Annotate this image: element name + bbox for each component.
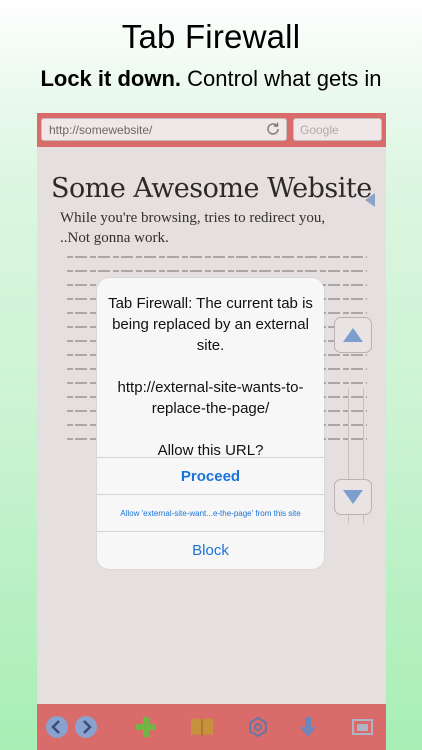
back-icon[interactable] bbox=[44, 714, 70, 740]
site-subtitle-line2: ..Not gonna work. bbox=[60, 230, 169, 246]
add-tab-icon[interactable] bbox=[133, 714, 159, 740]
address-bar[interactable]: http://somewebsite/ bbox=[41, 118, 287, 141]
search-placeholder: Google bbox=[300, 123, 339, 137]
tabs-icon[interactable] bbox=[350, 714, 376, 740]
promo-subtitle: Lock it down. Control what gets in bbox=[0, 66, 422, 92]
triangle-up-icon bbox=[343, 328, 363, 342]
block-button[interactable]: Block bbox=[97, 531, 324, 569]
bookmarks-icon[interactable] bbox=[189, 714, 215, 740]
triangle-down-icon bbox=[343, 490, 363, 504]
allow-from-site-button[interactable]: Allow 'external-site-want...e-the-page' … bbox=[97, 494, 324, 532]
promo-subtitle-rest: Control what gets in bbox=[181, 66, 382, 91]
scroll-up-button[interactable] bbox=[334, 317, 372, 353]
search-field[interactable]: Google bbox=[293, 118, 382, 141]
url-text: http://somewebsite/ bbox=[49, 123, 153, 137]
proceed-button[interactable]: Proceed bbox=[97, 457, 324, 495]
browser-bottom-toolbar bbox=[37, 704, 386, 750]
promo-title: Tab Firewall bbox=[121, 18, 301, 55]
site-subtitle-line1: While you're browsing, tries to redirect… bbox=[60, 210, 326, 226]
site-subtitle: While you're browsing, tries to redirect… bbox=[60, 208, 325, 248]
download-icon[interactable] bbox=[295, 714, 321, 740]
site-title: Some Awesome Website bbox=[51, 173, 372, 204]
promo-subtitle-bold: Lock it down. bbox=[40, 66, 181, 91]
settings-icon[interactable] bbox=[245, 714, 271, 740]
alert-message: Tab Firewall: The current tab is being r… bbox=[108, 295, 313, 459]
browser-top-bar: http://somewebsite/ Google bbox=[37, 113, 386, 147]
reload-icon[interactable] bbox=[265, 121, 281, 137]
scroll-down-button[interactable] bbox=[334, 479, 372, 515]
firewall-alert-dialog: Tab Firewall: The current tab is being r… bbox=[97, 278, 324, 569]
forward-icon[interactable] bbox=[73, 714, 99, 740]
